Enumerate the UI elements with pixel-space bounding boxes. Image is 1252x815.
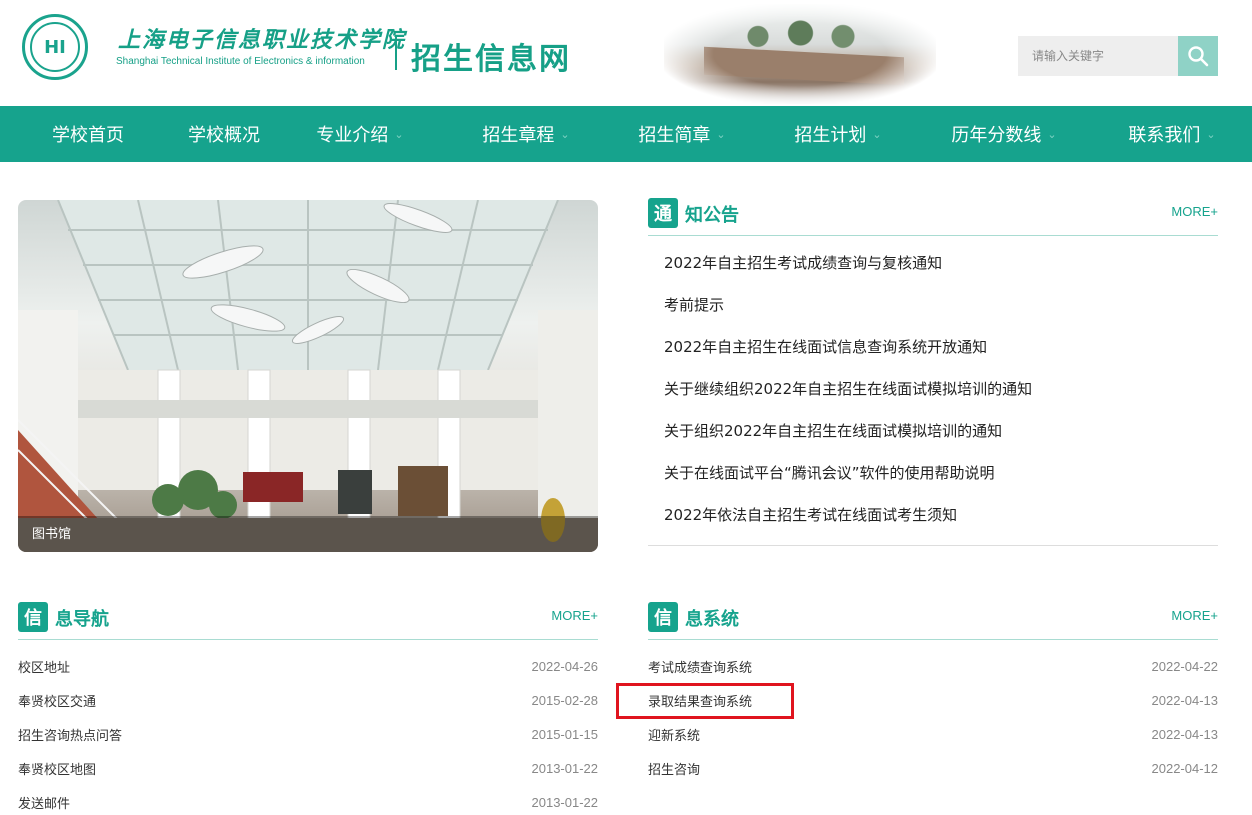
main-nav: 学校首页 学校概况 专业介绍 ⌄ 招生章程 ⌄ 招生简章 ⌄ 招生计划 ⌄ 历年分数线 ⌄ 联系我们 ⌄: [0, 106, 1252, 162]
nav-item-label: 招生章程: [482, 125, 555, 146]
list-item-date: 2013-01-22: [531, 794, 599, 810]
list-item-title[interactable]: 奉贤校区交通: [18, 691, 96, 710]
nav-item-3[interactable]: 招生章程 ⌄: [448, 106, 604, 162]
info-sys-badge: 信: [648, 602, 678, 632]
nav-item-label: 历年分数线: [951, 125, 1042, 146]
chevron-down-icon: ⌄: [394, 127, 404, 141]
slide-caption[interactable]: 图书馆: [32, 523, 71, 542]
notice-item[interactable]: 2022年自主招生考试成绩查询与复核通知: [648, 242, 1218, 284]
info-sys-title: 息系统: [685, 609, 739, 630]
chevron-down-icon: ⌄: [872, 127, 882, 141]
search-button[interactable]: [1178, 36, 1218, 76]
nav-item-2[interactable]: 专业介绍 ⌄: [272, 106, 448, 162]
notice-item[interactable]: 关于组织2022年自主招生在线面试模拟培训的通知: [648, 410, 1218, 452]
list-item[interactable]: 迎新系统 2022-04-13: [648, 717, 1218, 751]
list-item-title[interactable]: 奉贤校区地图: [18, 759, 96, 778]
chevron-down-icon: ⌄: [716, 127, 726, 141]
info-sys-header: 信 息系统 MORE+: [648, 602, 1218, 640]
list-item-title[interactable]: 招生咨询热点问答: [18, 725, 122, 744]
list-item-date: 2022-04-13: [1151, 692, 1219, 708]
school-name-cn: 上海电子信息职业技术学院: [118, 27, 407, 53]
nav-item-label: 学校首页: [52, 125, 124, 146]
chevron-down-icon: ⌄: [560, 127, 570, 141]
list-item-title[interactable]: 迎新系统: [648, 725, 700, 744]
list-item-date: 2022-04-12: [1151, 760, 1219, 776]
list-item[interactable]: 招生咨询 2022-04-12: [648, 751, 1218, 785]
gate-wall: [704, 46, 904, 86]
site-header: HI 上海电子信息职业技术学院 Shanghai Technical Insti…: [0, 0, 1252, 106]
notices-badge: 通: [648, 198, 678, 228]
list-item[interactable]: 奉贤校区地图 2013-01-22: [18, 751, 598, 785]
search-icon: [1188, 46, 1209, 67]
chevron-down-icon: ⌄: [1047, 127, 1057, 141]
list-item[interactable]: 校区地址 2022-04-26: [18, 649, 598, 683]
info-sys-more-link[interactable]: MORE+: [1171, 608, 1218, 623]
nav-item-5[interactable]: 招生计划 ⌄: [760, 106, 916, 162]
nav-item-0[interactable]: 学校首页: [0, 106, 176, 162]
list-item-date: 2015-01-15: [531, 726, 599, 742]
notice-item[interactable]: 关于在线面试平台“腾讯会议”软件的使用帮助说明: [648, 452, 1218, 494]
slideshow[interactable]: 图书馆: [18, 200, 598, 552]
site-title: 招生信息网: [411, 42, 571, 77]
notices-more-link[interactable]: MORE+: [1171, 204, 1218, 219]
nav-item-4[interactable]: 招生简章 ⌄: [604, 106, 760, 162]
list-item-title[interactable]: 考试成绩查询系统: [648, 657, 752, 676]
info-nav-title: 息导航: [55, 609, 109, 630]
notice-item[interactable]: 考前提示: [648, 284, 1218, 326]
nav-item-label: 联系我们: [1128, 125, 1201, 146]
list-item-date: 2022-04-22: [1151, 658, 1219, 674]
school-logo[interactable]: HI: [22, 14, 88, 80]
search-input[interactable]: [1018, 36, 1178, 76]
chevron-down-icon: ⌄: [1206, 127, 1216, 141]
list-item-date: 2013-01-22: [531, 760, 599, 776]
gate-trees: [724, 16, 894, 50]
school-name-en: Shanghai Technical Institute of Electron…: [116, 56, 365, 67]
info-nav-more-link[interactable]: MORE+: [551, 608, 598, 623]
list-item[interactable]: 奉贤校区交通 2015-02-28: [18, 683, 598, 717]
notices-divider: [648, 545, 1218, 546]
nav-item-label: 学校概况: [188, 125, 260, 146]
notice-item[interactable]: 2022年依法自主招生考试在线面试考生须知: [648, 494, 1218, 536]
nav-item-6[interactable]: 历年分数线 ⌄: [916, 106, 1092, 162]
info-nav-badge: 信: [18, 602, 48, 632]
list-item-date: 2022-04-13: [1151, 726, 1219, 742]
list-item[interactable]: 招生咨询热点问答 2015-01-15: [18, 717, 598, 751]
nav-item-7[interactable]: 联系我们 ⌄: [1092, 106, 1252, 162]
notices-title: 知公告: [685, 205, 739, 226]
nav-item-label: 招生简章: [638, 125, 711, 146]
list-item-date: 2015-02-28: [531, 692, 599, 708]
info-nav-list: 校区地址 2022-04-26 奉贤校区交通 2015-02-28 招生咨询热点问答 20…: [18, 649, 598, 815]
notices-header: 通 知公告 MORE+: [648, 198, 1218, 236]
list-item-title[interactable]: 发送邮件: [18, 793, 70, 812]
list-item-date: 2022-04-26: [531, 658, 599, 674]
nav-item-label: 专业介绍: [316, 125, 389, 146]
list-item-title[interactable]: 招生咨询: [648, 759, 700, 778]
nav-item-label: 招生计划: [794, 125, 867, 146]
header-divider: [395, 36, 397, 70]
notice-item[interactable]: 关于继续组织2022年自主招生在线面试模拟培训的通知: [648, 368, 1218, 410]
notice-item[interactable]: 2022年自主招生在线面试信息查询系统开放通知: [648, 326, 1218, 368]
library-photo: [18, 200, 598, 552]
notices-list: 2022年自主招生考试成绩查询与复核通知 考前提示 2022年自主招生在线面试信息查…: [648, 242, 1218, 536]
slide-caption-bar: [18, 516, 598, 552]
nav-item-1[interactable]: 学校概况: [176, 106, 272, 162]
highlight-annotation-box: [616, 683, 794, 719]
logo-mark: HI: [30, 22, 80, 72]
list-item[interactable]: 考试成绩查询系统 2022-04-22: [648, 649, 1218, 683]
list-item-title[interactable]: 校区地址: [18, 657, 70, 676]
list-item[interactable]: 发送邮件 2013-01-22: [18, 785, 598, 815]
info-nav-header: 信 息导航 MORE+: [18, 602, 598, 640]
campus-gate-photo: [664, 4, 936, 104]
